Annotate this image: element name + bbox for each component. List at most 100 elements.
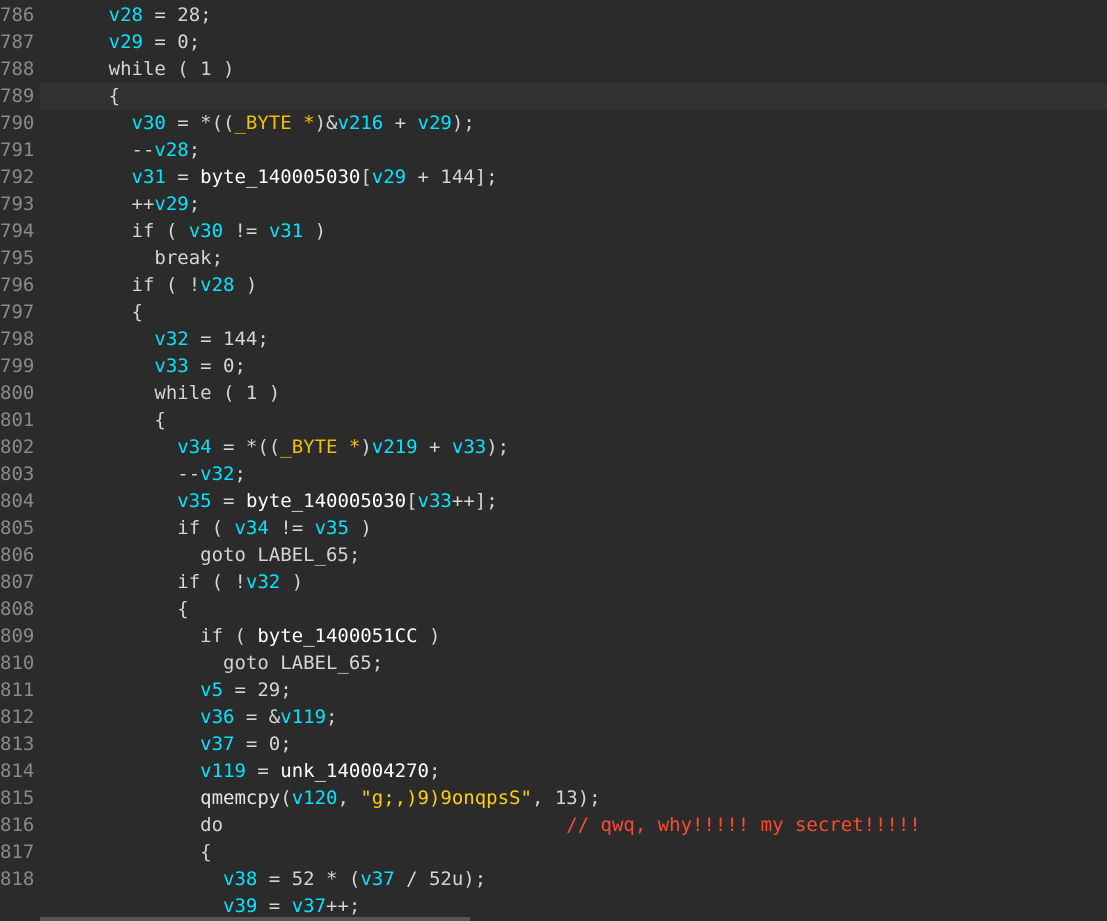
code-token[interactable]: =	[212, 490, 246, 512]
code-token[interactable]: "g;,)9)9onqpsS"	[360, 787, 532, 809]
code-token[interactable]: --	[177, 463, 200, 485]
code-line[interactable]: v30 = *((_BYTE *)&v216 + v29);	[40, 110, 1107, 137]
code-token[interactable]: v29	[372, 166, 406, 188]
code-token[interactable]: unk_140004270	[280, 760, 429, 782]
code-token[interactable]: break;	[154, 247, 223, 269]
code-token[interactable]: {	[200, 841, 211, 863]
code-line[interactable]: v119 = unk_140004270;	[40, 758, 1107, 785]
code-line[interactable]: ++v29;	[40, 191, 1107, 218]
code-line[interactable]: while ( 1 )	[40, 380, 1107, 407]
code-token[interactable]: {	[109, 85, 120, 107]
code-token[interactable]: if (	[177, 517, 234, 539]
code-line[interactable]: if ( !v32 )	[40, 569, 1107, 596]
code-token[interactable]: while ( 1 )	[109, 58, 235, 80]
code-token[interactable]: );	[486, 436, 509, 458]
code-token[interactable]: = 0;	[189, 355, 246, 377]
code-line[interactable]: while ( 1 )	[40, 56, 1107, 83]
code-token[interactable]: v119	[200, 760, 246, 782]
code-token[interactable]: !=	[269, 517, 315, 539]
code-token[interactable]: = 29;	[223, 679, 291, 701]
code-token[interactable]: ++	[132, 193, 155, 215]
code-token[interactable]: v28	[109, 4, 143, 26]
code-token[interactable]: if (	[132, 220, 189, 242]
code-token[interactable]: =	[246, 760, 280, 782]
code-token[interactable]: ;	[235, 463, 246, 485]
code-token[interactable]: v37	[292, 895, 326, 917]
code-token[interactable]: = *((	[212, 436, 280, 458]
code-token[interactable]: v30	[132, 112, 166, 134]
code-line[interactable]: v36 = &v119;	[40, 704, 1107, 731]
code-token[interactable]: v32	[246, 571, 280, 593]
code-token[interactable]: v119	[280, 706, 326, 728]
code-token[interactable]: )	[280, 571, 303, 593]
code-token[interactable]: if (	[200, 625, 257, 647]
code-line[interactable]: {	[40, 83, 1107, 110]
code-token[interactable]: v29	[109, 31, 143, 53]
code-line[interactable]: v33 = 0;	[40, 353, 1107, 380]
code-line[interactable]: v5 = 29;	[40, 677, 1107, 704]
code-token[interactable]: +	[383, 112, 417, 134]
code-token[interactable]: _BYTE *	[234, 112, 314, 134]
code-token[interactable]: v33	[452, 436, 486, 458]
code-token[interactable]: byte_1400051CC	[257, 625, 417, 647]
code-token[interactable]: {	[132, 301, 143, 323]
code-token[interactable]: goto LABEL_65;	[200, 544, 360, 566]
code-token[interactable]: ;	[326, 706, 337, 728]
code-token[interactable]: v33	[154, 355, 188, 377]
code-token[interactable]: v34	[177, 436, 211, 458]
code-token[interactable]: v34	[234, 517, 268, 539]
code-token[interactable]: {	[177, 598, 188, 620]
code-token[interactable]: byte_140005030	[246, 490, 406, 512]
code-token[interactable]: )	[418, 625, 440, 647]
code-token[interactable]: =	[166, 166, 200, 188]
code-line[interactable]: v32 = 144;	[40, 326, 1107, 353]
code-line[interactable]: if ( v34 != v35 )	[40, 515, 1107, 542]
code-token[interactable]: )	[234, 274, 257, 296]
code-token[interactable]: / 52u);	[395, 868, 486, 890]
pseudocode-view[interactable]: v28 = 28; v29 = 0; while ( 1 ) { v30 = *…	[40, 0, 1107, 921]
code-token[interactable]: v38	[223, 868, 257, 890]
code-token[interactable]: = 28;	[143, 4, 211, 26]
code-line[interactable]: v34 = *((_BYTE *)v219 + v33);	[40, 434, 1107, 461]
code-token[interactable]: = 0;	[234, 733, 292, 755]
code-token[interactable]: ;	[189, 139, 200, 161]
code-token[interactable]: )	[349, 517, 371, 539]
code-token[interactable]: [	[406, 490, 417, 512]
code-token[interactable]: ,	[337, 787, 360, 809]
code-token[interactable]: if ( !	[132, 274, 201, 296]
code-line[interactable]: v35 = byte_140005030[v33++];	[40, 488, 1107, 515]
code-line[interactable]: {	[40, 839, 1107, 866]
code-token[interactable]: )&	[315, 112, 338, 134]
code-line[interactable]: if ( byte_1400051CC )	[40, 623, 1107, 650]
code-token[interactable]: v120	[292, 787, 338, 809]
code-token[interactable]: goto LABEL_65;	[223, 652, 383, 674]
code-token[interactable]: v37	[200, 733, 234, 755]
code-token[interactable]: v35	[177, 490, 211, 512]
code-token[interactable]: v28	[154, 139, 188, 161]
code-token[interactable]: v29	[154, 193, 188, 215]
code-line[interactable]: {	[40, 299, 1107, 326]
code-token[interactable]: v219	[372, 436, 418, 458]
code-token[interactable]: v35	[315, 517, 349, 539]
code-token[interactable]: = 0;	[143, 31, 200, 53]
code-token[interactable]: v31	[269, 220, 303, 242]
code-token[interactable]: ++;	[326, 895, 360, 917]
code-token[interactable]: = 144;	[189, 328, 269, 350]
code-line[interactable]: {	[40, 596, 1107, 623]
code-token[interactable]: ++];	[452, 490, 498, 512]
code-line[interactable]: do // qwq, why!!!!! my secret!!!!!	[40, 812, 1107, 839]
code-token[interactable]: {	[154, 409, 165, 431]
code-line[interactable]: if ( !v28 )	[40, 272, 1107, 299]
code-token[interactable]: do	[200, 814, 566, 836]
code-token[interactable]: + 144];	[406, 166, 498, 188]
code-line[interactable]: if ( v30 != v31 )	[40, 218, 1107, 245]
code-token[interactable]: = *((	[166, 112, 234, 134]
code-token[interactable]: = 52 * (	[257, 868, 361, 890]
scrollbar-thumb[interactable]	[40, 917, 470, 921]
code-token[interactable]: = &	[234, 706, 280, 728]
code-line[interactable]: break;	[40, 245, 1107, 272]
code-token[interactable]: )	[360, 436, 371, 458]
code-line[interactable]: v37 = 0;	[40, 731, 1107, 758]
code-line[interactable]: {	[40, 407, 1107, 434]
code-line[interactable]: v31 = byte_140005030[v29 + 144];	[40, 164, 1107, 191]
